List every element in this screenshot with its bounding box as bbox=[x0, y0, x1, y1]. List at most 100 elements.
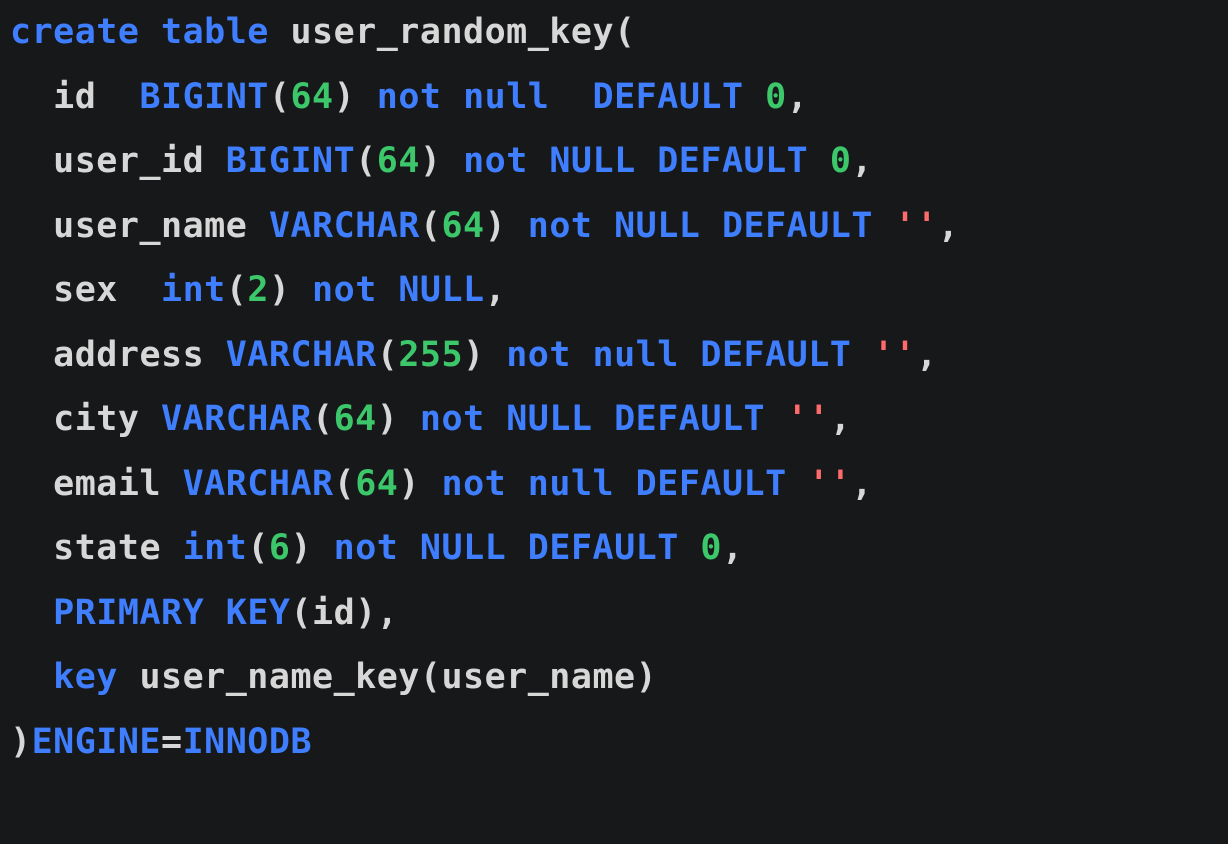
token: ) bbox=[398, 464, 441, 504]
keyword: create bbox=[10, 12, 139, 52]
sql-code-block: create table user_random_key( id BIGINT(… bbox=[0, 0, 1228, 774]
keyword: not bbox=[334, 528, 399, 568]
token: ) bbox=[463, 335, 506, 375]
sql-code: create table user_random_key( id BIGINT(… bbox=[10, 12, 959, 762]
token: user_id bbox=[53, 141, 226, 181]
indent bbox=[10, 657, 53, 697]
number: 255 bbox=[398, 335, 463, 375]
token bbox=[679, 528, 701, 568]
code-line: user_id BIGINT(64) not NULL DEFAULT 0, bbox=[10, 141, 873, 181]
token: address bbox=[53, 335, 226, 375]
token: email bbox=[53, 464, 182, 504]
number: 64 bbox=[355, 464, 398, 504]
keyword: DEFAULT bbox=[636, 464, 787, 504]
token bbox=[528, 141, 550, 181]
code-line: create table user_random_key( bbox=[10, 12, 636, 52]
keyword: NULL bbox=[506, 399, 592, 439]
token: ) bbox=[10, 722, 32, 762]
code-line: address VARCHAR(255) not null DEFAULT ''… bbox=[10, 335, 938, 375]
string: '' bbox=[787, 399, 830, 439]
token: ( bbox=[226, 270, 248, 310]
keyword: not bbox=[377, 77, 442, 117]
keyword: not bbox=[463, 141, 528, 181]
keyword: DEFAULT bbox=[593, 77, 744, 117]
token bbox=[593, 399, 615, 439]
keyword: not bbox=[506, 335, 571, 375]
keyword: int bbox=[161, 270, 226, 310]
token: , bbox=[916, 335, 938, 375]
token: ) bbox=[485, 206, 528, 246]
token bbox=[485, 399, 507, 439]
token bbox=[593, 206, 615, 246]
token: , bbox=[851, 464, 873, 504]
indent bbox=[10, 270, 53, 310]
token bbox=[506, 528, 528, 568]
keyword: key bbox=[53, 657, 118, 697]
indent bbox=[10, 335, 53, 375]
keyword: DEFAULT bbox=[657, 141, 808, 181]
keyword: not bbox=[442, 464, 507, 504]
token bbox=[636, 141, 658, 181]
token: city bbox=[53, 399, 161, 439]
token: sex bbox=[53, 270, 161, 310]
token: , bbox=[851, 141, 873, 181]
token: (id), bbox=[290, 593, 398, 633]
code-line: )ENGINE=INNODB bbox=[10, 722, 312, 762]
code-line: key user_name_key(user_name) bbox=[10, 657, 657, 697]
indent bbox=[10, 593, 53, 633]
number: 6 bbox=[269, 528, 291, 568]
code-line: city VARCHAR(64) not NULL DEFAULT '', bbox=[10, 399, 851, 439]
keyword: BIGINT bbox=[226, 141, 355, 181]
token bbox=[614, 464, 636, 504]
string: '' bbox=[895, 206, 938, 246]
token bbox=[744, 77, 766, 117]
code-line: id BIGINT(64) not null DEFAULT 0, bbox=[10, 77, 808, 117]
token: user_name bbox=[53, 206, 269, 246]
keyword: not bbox=[312, 270, 377, 310]
number: 64 bbox=[334, 399, 377, 439]
code-line: user_name VARCHAR(64) not NULL DEFAULT '… bbox=[10, 206, 959, 246]
keyword: DEFAULT bbox=[700, 335, 851, 375]
token: ( bbox=[334, 464, 356, 504]
keyword: null bbox=[463, 77, 549, 117]
number: 0 bbox=[830, 141, 852, 181]
keyword: VARCHAR bbox=[183, 464, 334, 504]
token: user_name_key(user_name) bbox=[118, 657, 657, 697]
keyword: DEFAULT bbox=[722, 206, 873, 246]
number: 0 bbox=[765, 77, 787, 117]
code-line: PRIMARY KEY(id), bbox=[10, 593, 398, 633]
token: id bbox=[53, 77, 139, 117]
keyword: int bbox=[183, 528, 248, 568]
token: , bbox=[938, 206, 960, 246]
keyword: VARCHAR bbox=[226, 335, 377, 375]
token bbox=[787, 464, 809, 504]
keyword: NULL bbox=[420, 528, 506, 568]
token: = bbox=[161, 722, 183, 762]
token bbox=[549, 77, 592, 117]
token: ( bbox=[269, 77, 291, 117]
keyword: NULL bbox=[398, 270, 484, 310]
token: ) bbox=[377, 399, 420, 439]
token bbox=[442, 77, 464, 117]
token: , bbox=[485, 270, 507, 310]
keyword: NULL bbox=[614, 206, 700, 246]
token bbox=[873, 206, 895, 246]
indent bbox=[10, 528, 53, 568]
token: ( bbox=[377, 335, 399, 375]
token: , bbox=[722, 528, 744, 568]
code-line: state int(6) not NULL DEFAULT 0, bbox=[10, 528, 744, 568]
token bbox=[506, 464, 528, 504]
token bbox=[139, 12, 161, 52]
token bbox=[204, 593, 226, 633]
token: state bbox=[53, 528, 182, 568]
keyword: KEY bbox=[226, 593, 291, 633]
token bbox=[851, 335, 873, 375]
token: ) bbox=[269, 270, 312, 310]
code-line: email VARCHAR(64) not null DEFAULT '', bbox=[10, 464, 873, 504]
token: ) bbox=[290, 528, 333, 568]
token bbox=[377, 270, 399, 310]
keyword: not bbox=[420, 399, 485, 439]
token bbox=[679, 335, 701, 375]
number: 64 bbox=[290, 77, 333, 117]
number: 64 bbox=[377, 141, 420, 181]
